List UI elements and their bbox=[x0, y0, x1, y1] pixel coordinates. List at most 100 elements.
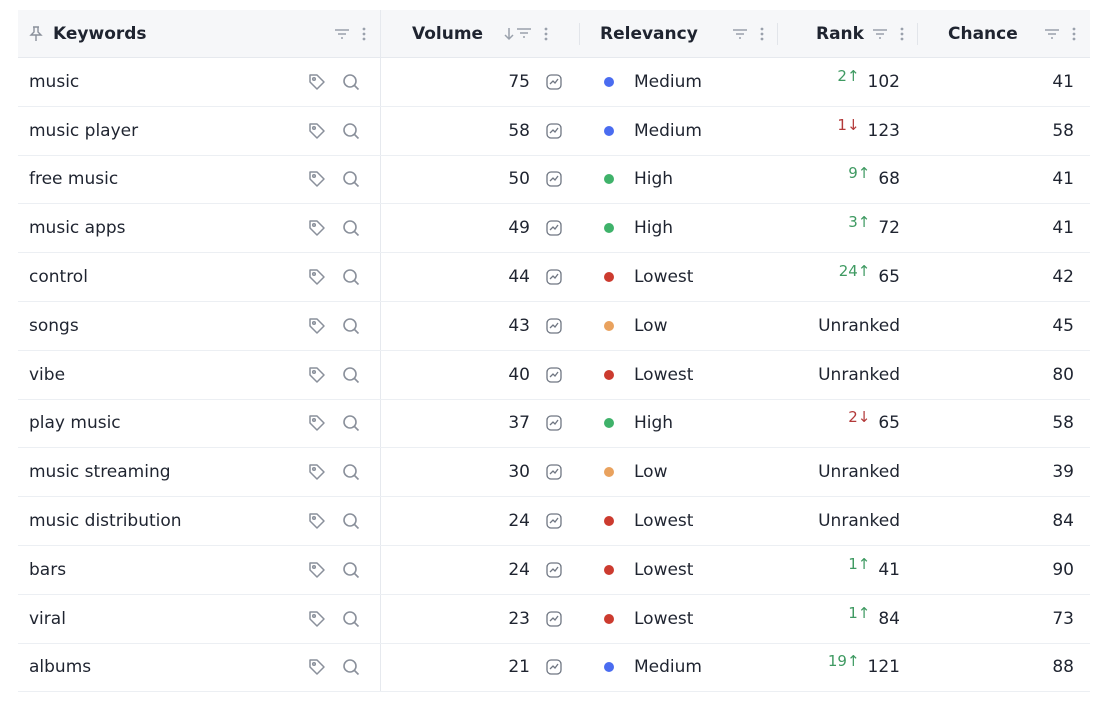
trend-chart-icon[interactable] bbox=[546, 611, 562, 627]
search-icon[interactable] bbox=[342, 268, 360, 286]
search-icon[interactable] bbox=[342, 463, 360, 481]
table-row[interactable]: bars 24 Lowest 1↑ 41 90 bbox=[18, 545, 1090, 595]
table-row[interactable]: music distribution 24 Lowest Unranked 84 bbox=[18, 497, 1090, 546]
pin-icon[interactable] bbox=[29, 25, 43, 42]
table-row[interactable]: vibe 40 Lowest Unranked 80 bbox=[18, 350, 1090, 400]
chance-value: 41 bbox=[1052, 71, 1074, 92]
filter-icon[interactable] bbox=[732, 28, 748, 40]
trend-chart-icon[interactable] bbox=[546, 318, 562, 334]
trend-chart-icon[interactable] bbox=[546, 562, 562, 578]
trend-chart-icon[interactable] bbox=[546, 367, 562, 383]
search-icon[interactable] bbox=[342, 317, 360, 335]
tag-icon[interactable] bbox=[308, 73, 326, 91]
column-chance[interactable]: Chance bbox=[918, 10, 1090, 57]
tag-icon[interactable] bbox=[308, 463, 326, 481]
chance-value: 41 bbox=[1052, 169, 1074, 190]
tag-icon[interactable] bbox=[308, 122, 326, 140]
filter-icon[interactable] bbox=[872, 28, 888, 40]
table-body: music 75 Medium 2↑ 102 41 music player 5… bbox=[18, 58, 1090, 693]
tag-icon[interactable] bbox=[308, 414, 326, 432]
trend-chart-icon[interactable] bbox=[546, 464, 562, 480]
table-row[interactable]: free music 50 High 9↑ 68 41 bbox=[18, 155, 1090, 205]
rank-change-value: 1 bbox=[848, 603, 858, 622]
rank-change: 24↑ bbox=[839, 262, 871, 280]
table-row[interactable]: music player 58 Medium 1↓ 123 58 bbox=[18, 106, 1090, 156]
relevancy-label: Low bbox=[634, 315, 668, 336]
filter-icon[interactable] bbox=[1044, 28, 1060, 40]
column-keywords[interactable]: Keywords bbox=[18, 10, 381, 57]
volume-value: 24 bbox=[508, 559, 530, 580]
search-icon[interactable] bbox=[342, 561, 360, 579]
more-options-icon[interactable] bbox=[1072, 27, 1076, 41]
relevancy-label: High bbox=[634, 218, 674, 239]
trend-chart-icon[interactable] bbox=[546, 415, 562, 432]
table-row[interactable]: control 44 Lowest 24↑ 65 42 bbox=[18, 253, 1090, 302]
trend-chart-icon[interactable] bbox=[546, 513, 562, 529]
column-rank-label: Rank bbox=[816, 23, 864, 44]
trend-chart-icon[interactable] bbox=[546, 123, 562, 139]
filter-icon[interactable] bbox=[334, 28, 350, 40]
search-icon[interactable] bbox=[342, 122, 360, 140]
volume-value: 30 bbox=[508, 462, 530, 483]
rank-cell: 1↑ 41 bbox=[778, 546, 918, 594]
keyword-cell: play music bbox=[18, 399, 381, 448]
volume-value: 37 bbox=[508, 413, 530, 434]
table-row[interactable]: music 75 Medium 2↑ 102 41 bbox=[18, 58, 1090, 107]
search-icon[interactable] bbox=[342, 73, 360, 91]
sort-desc-icon[interactable] bbox=[504, 27, 532, 41]
rank-value: Unranked bbox=[818, 511, 900, 532]
chance-value: 58 bbox=[1052, 413, 1074, 434]
rank-arrow-icon: ↓ bbox=[846, 115, 860, 134]
tag-icon[interactable] bbox=[308, 366, 326, 384]
search-icon[interactable] bbox=[342, 170, 360, 188]
search-icon[interactable] bbox=[342, 414, 360, 432]
more-options-icon[interactable] bbox=[900, 27, 904, 41]
chance-value: 45 bbox=[1052, 315, 1074, 336]
search-icon[interactable] bbox=[342, 219, 360, 237]
rank-change: 2↓ bbox=[848, 408, 870, 426]
trend-chart-icon[interactable] bbox=[546, 269, 562, 285]
chance-cell: 90 bbox=[918, 546, 1090, 594]
keyword-text: songs bbox=[29, 315, 79, 336]
search-icon[interactable] bbox=[342, 512, 360, 530]
tag-icon[interactable] bbox=[308, 317, 326, 335]
tag-icon[interactable] bbox=[308, 610, 326, 628]
rank-value: 65 bbox=[878, 413, 900, 434]
trend-chart-icon[interactable] bbox=[546, 74, 562, 90]
table-row[interactable]: albums 21 Medium 19↑ 121 88 bbox=[18, 643, 1090, 693]
column-relevancy[interactable]: Relevancy bbox=[580, 10, 778, 57]
keyword-cell: songs bbox=[18, 301, 381, 350]
keyword-cell: viral bbox=[18, 594, 381, 643]
trend-chart-icon[interactable] bbox=[546, 220, 562, 236]
rank-change-value: 2 bbox=[837, 66, 847, 85]
table-header: Keywords Volume Relevancy Rank Chance bbox=[18, 10, 1090, 58]
tag-icon[interactable] bbox=[308, 268, 326, 286]
table-row[interactable]: music apps 49 High 3↑ 72 41 bbox=[18, 204, 1090, 254]
rank-value: 102 bbox=[867, 71, 900, 92]
more-options-icon[interactable] bbox=[362, 27, 366, 41]
table-row[interactable]: music streaming 30 Low Unranked 39 bbox=[18, 448, 1090, 498]
tag-icon[interactable] bbox=[308, 561, 326, 579]
more-options-icon[interactable] bbox=[760, 27, 764, 41]
table-row[interactable]: songs 43 Low Unranked 45 bbox=[18, 301, 1090, 351]
search-icon[interactable] bbox=[342, 610, 360, 628]
table-row[interactable]: viral 23 Lowest 1↑ 84 73 bbox=[18, 594, 1090, 644]
column-volume-label: Volume bbox=[412, 23, 484, 44]
rank-arrow-icon: ↑ bbox=[857, 554, 871, 573]
volume-value: 23 bbox=[508, 608, 530, 629]
tag-icon[interactable] bbox=[308, 219, 326, 237]
search-icon[interactable] bbox=[342, 658, 360, 676]
tag-icon[interactable] bbox=[308, 658, 326, 676]
rank-cell: 2↑ 102 bbox=[778, 58, 918, 106]
more-options-icon[interactable] bbox=[544, 27, 548, 41]
tag-icon[interactable] bbox=[308, 170, 326, 188]
column-volume[interactable]: Volume bbox=[382, 10, 580, 57]
trend-chart-icon[interactable] bbox=[546, 171, 562, 188]
search-icon[interactable] bbox=[342, 366, 360, 384]
table-row[interactable]: play music 37 High 2↓ 65 58 bbox=[18, 399, 1090, 449]
relevancy-cell: Medium bbox=[580, 58, 778, 106]
tag-icon[interactable] bbox=[308, 512, 326, 530]
column-rank[interactable]: Rank bbox=[778, 10, 918, 57]
trend-chart-icon[interactable] bbox=[546, 659, 562, 676]
volume-cell: 24 bbox=[382, 546, 580, 594]
